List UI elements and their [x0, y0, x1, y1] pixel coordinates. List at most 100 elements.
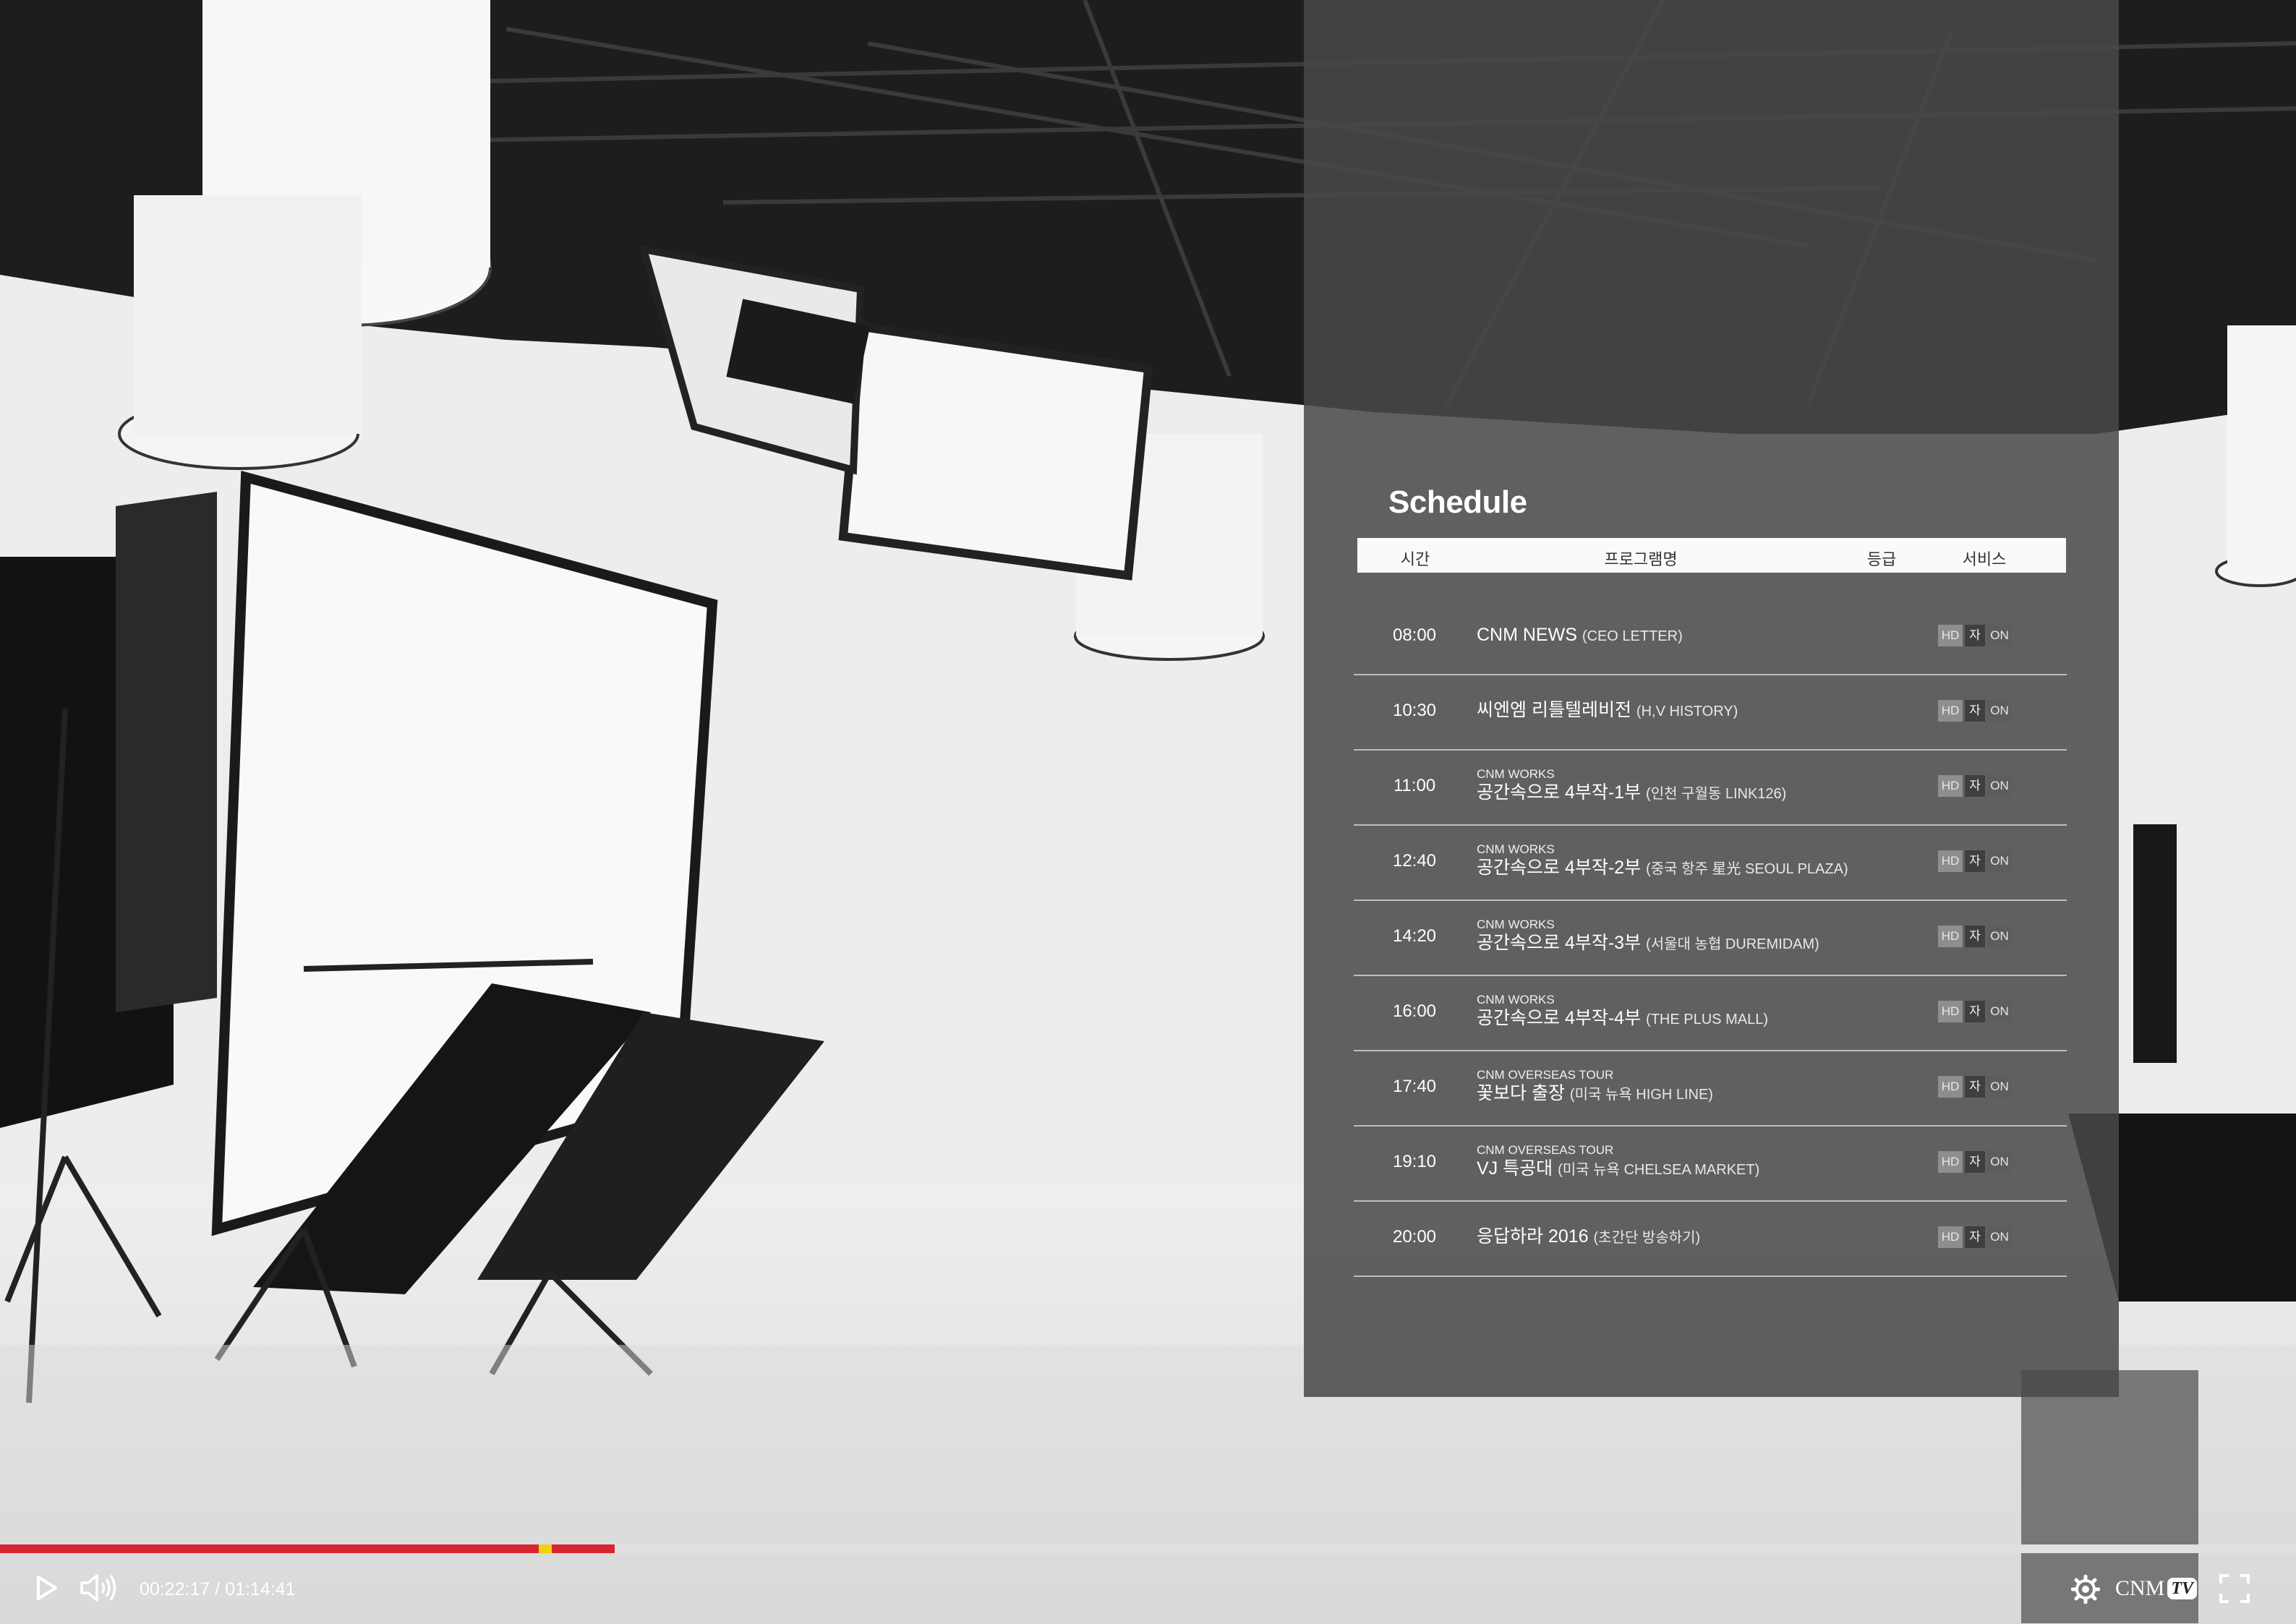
- row-program-title-line: 씨엔엠 리틀텔레비전 (H,V HISTORY): [1477, 699, 1738, 722]
- row-time: 12:40: [1392, 851, 1437, 871]
- row-program-title: 씨엔엠 리틀텔레비전: [1477, 700, 1631, 720]
- service-hd-badge: HD: [1938, 700, 1963, 722]
- row-program-category: CNM WORKS: [1477, 918, 1555, 931]
- schedule-row[interactable]: 20:00응답하라 2016 (초간단 방송하기)ALLHD자ON: [1354, 1200, 2067, 1277]
- row-program-title: 공간속으로 4부작-3부: [1477, 933, 1642, 953]
- row-program-title-line: 공간속으로 4부작-3부 (서울대 농협 DUREMIDAM): [1477, 932, 1819, 955]
- service-caption-badge: 자: [1965, 926, 1985, 947]
- row-time: 19:10: [1392, 1152, 1437, 1171]
- row-program-detail: (인천 구월동 LINK126): [1646, 786, 1787, 802]
- row-program-title: VJ 특공대: [1477, 1158, 1553, 1179]
- schedule-row[interactable]: 14:20 CNM WORKS 공간속으로 4부작-3부 (서울대 농협 DUREM…: [1354, 899, 2067, 976]
- service-hd-badge: HD: [1938, 775, 1963, 797]
- seek-bar-played: [0, 1544, 615, 1553]
- schedule-row[interactable]: 17:40 CNM OVERSEAS TOUR 꽃보다 출장 (미국 뉴욕 HIGH…: [1354, 1050, 2067, 1127]
- row-program-title-line: 꽃보다 출장 (미국 뉴욕 HIGH LINE): [1477, 1082, 1713, 1106]
- service-hd-badge: HD: [1938, 1226, 1963, 1248]
- row-program-detail: (미국 뉴욕 CHELSEA MARKET): [1558, 1162, 1760, 1178]
- player-controls: 00:22:17 / 01:14:41 CNM TV: [0, 1555, 2296, 1624]
- row-program-title-line: 공간속으로 4부작-1부 (인천 구월동 LINK126): [1477, 782, 1786, 805]
- row-program-category: CNM OVERSEAS TOUR: [1477, 1068, 1614, 1082]
- row-time: 08:00: [1392, 625, 1437, 645]
- row-time: 10:30: [1392, 701, 1437, 720]
- row-program: CNM WORKS 공간속으로 4부작-1부 (인천 구월동 LINK126): [1477, 749, 1786, 823]
- service-caption-badge: 자: [1965, 850, 1985, 872]
- row-program-title-line: 공간속으로 4부작-4부 (THE PLUS MALL): [1477, 1007, 1768, 1030]
- schedule-row[interactable]: 19:10 CNM OVERSEAS TOUR VJ 특공대 (미국 뉴욕 CHEL…: [1354, 1125, 2067, 1202]
- service-caption-badge: 자: [1965, 700, 1985, 722]
- header-rating: 등급: [1866, 550, 1897, 568]
- play-icon[interactable]: [36, 1575, 58, 1601]
- row-program: CNM WORKS 공간속으로 4부작-2부 (중국 항주 星光 SEOUL PL…: [1477, 824, 1848, 898]
- brand-tv-badge: TV: [2167, 1578, 2198, 1599]
- row-program-detail: (중국 항주 星光 SEOUL PLAZA): [1646, 861, 1848, 877]
- row-program-title: 꽃보다 출장: [1477, 1083, 1565, 1103]
- duration: 01:14:41: [225, 1579, 296, 1599]
- service-hd-badge: HD: [1938, 1151, 1963, 1173]
- row-program-detail: (H,V HISTORY): [1636, 704, 1738, 719]
- row-program-detail: (CEO LETTER): [1582, 628, 1683, 644]
- row-program-title-line: 공간속으로 4부작-2부 (중국 항주 星光 SEOUL PLAZA): [1477, 857, 1848, 880]
- current-time: 00:22:17: [140, 1579, 210, 1599]
- brand-text: CNM: [2115, 1576, 2165, 1600]
- row-program-detail: (서울대 농협 DUREMIDAM): [1646, 936, 1819, 952]
- row-program: CNM NEWS (CEO LETTER): [1477, 599, 1683, 672]
- schedule-row[interactable]: 10:30씨엔엠 리틀텔레비전 (H,V HISTORY)ALLHD자ON: [1354, 674, 2067, 751]
- service-on-badge: ON: [1987, 1151, 2012, 1173]
- row-program: CNM WORKS 공간속으로 4부작-4부 (THE PLUS MALL): [1477, 975, 1768, 1048]
- service-caption-badge: 자: [1965, 625, 1985, 646]
- row-program-title: 공간속으로 4부작-1부: [1477, 782, 1642, 803]
- row-program: 응답하라 2016 (초간단 방송하기): [1477, 1200, 1700, 1274]
- service-caption-badge: 자: [1965, 1226, 1985, 1248]
- schedule-row[interactable]: 11:00 CNM WORKS 공간속으로 4부작-1부 (인천 구월동 LINK1…: [1354, 749, 2067, 826]
- row-program: CNM OVERSEAS TOUR VJ 특공대 (미국 뉴욕 CHELSEA M…: [1477, 1125, 1759, 1199]
- row-time: 17:40: [1392, 1077, 1437, 1096]
- service-hd-badge: HD: [1938, 850, 1963, 872]
- seek-bar[interactable]: [0, 1544, 2296, 1553]
- schedule-title: Schedule: [1388, 484, 1527, 520]
- row-program-title: CNM NEWS: [1477, 625, 1577, 645]
- row-program: CNM WORKS 공간속으로 4부작-3부 (서울대 농협 DUREMIDAM): [1477, 899, 1819, 973]
- row-program-title: 응답하라 2016: [1477, 1226, 1589, 1247]
- service-on-badge: ON: [1987, 1226, 2012, 1248]
- schedule-row[interactable]: 08:00CNM NEWS (CEO LETTER)CEOHD자ON: [1354, 599, 2067, 675]
- header-service: 서비스: [1962, 550, 2007, 568]
- service-on-badge: ON: [1987, 1001, 2012, 1022]
- schedule-row[interactable]: 12:40 CNM WORKS 공간속으로 4부작-2부 (중국 항주 星光 SEO…: [1354, 824, 2067, 901]
- header-program: 프로그램명: [1604, 550, 1678, 568]
- service-caption-badge: 자: [1965, 1076, 1985, 1098]
- service-on-badge: ON: [1987, 1076, 2012, 1098]
- row-time: 16:00: [1392, 1001, 1437, 1021]
- playback-time: 00:22:17 / 01:14:41: [140, 1579, 296, 1600]
- service-caption-badge: 자: [1965, 1151, 1985, 1173]
- row-time: 20:00: [1392, 1227, 1437, 1247]
- time-separator: /: [215, 1579, 221, 1599]
- row-time: 11:00: [1393, 776, 1436, 795]
- cnm-tv-logo: CNM TV: [2115, 1576, 2198, 1601]
- row-program-title: 공간속으로 4부작-4부: [1477, 1008, 1642, 1028]
- service-on-badge: ON: [1987, 926, 2012, 947]
- service-on-badge: ON: [1987, 850, 2012, 872]
- row-program-category: CNM WORKS: [1477, 993, 1555, 1007]
- row-program-category: CNM WORKS: [1477, 767, 1555, 781]
- volume-icon[interactable]: [80, 1573, 119, 1602]
- fullscreen-icon[interactable]: [2219, 1573, 2250, 1604]
- service-on-badge: ON: [1987, 700, 2012, 722]
- row-program-category: CNM WORKS: [1477, 842, 1555, 856]
- row-program-title: 공간속으로 4부작-2부: [1477, 858, 1642, 878]
- row-program-title-line: VJ 특공대 (미국 뉴욕 CHELSEA MARKET): [1477, 1158, 1759, 1181]
- settings-gear-icon[interactable]: [2071, 1575, 2100, 1604]
- service-on-badge: ON: [1987, 625, 2012, 646]
- row-program: CNM OVERSEAS TOUR 꽃보다 출장 (미국 뉴욕 HIGH LINE…: [1477, 1050, 1713, 1124]
- row-program: 씨엔엠 리틀텔레비전 (H,V HISTORY): [1477, 674, 1738, 748]
- seek-bar-marker: [538, 1544, 552, 1553]
- row-program-detail: (초간단 방송하기): [1593, 1230, 1701, 1246]
- service-hd-badge: HD: [1938, 1076, 1963, 1098]
- service-hd-badge: HD: [1938, 926, 1963, 947]
- service-on-badge: ON: [1987, 775, 2012, 797]
- service-caption-badge: 자: [1965, 1001, 1985, 1022]
- row-time: 14:20: [1392, 926, 1437, 946]
- header-time: 시간: [1400, 550, 1430, 568]
- schedule-row[interactable]: 16:00 CNM WORKS 공간속으로 4부작-4부 (THE PLUS MAL…: [1354, 975, 2067, 1051]
- service-caption-badge: 자: [1965, 775, 1985, 797]
